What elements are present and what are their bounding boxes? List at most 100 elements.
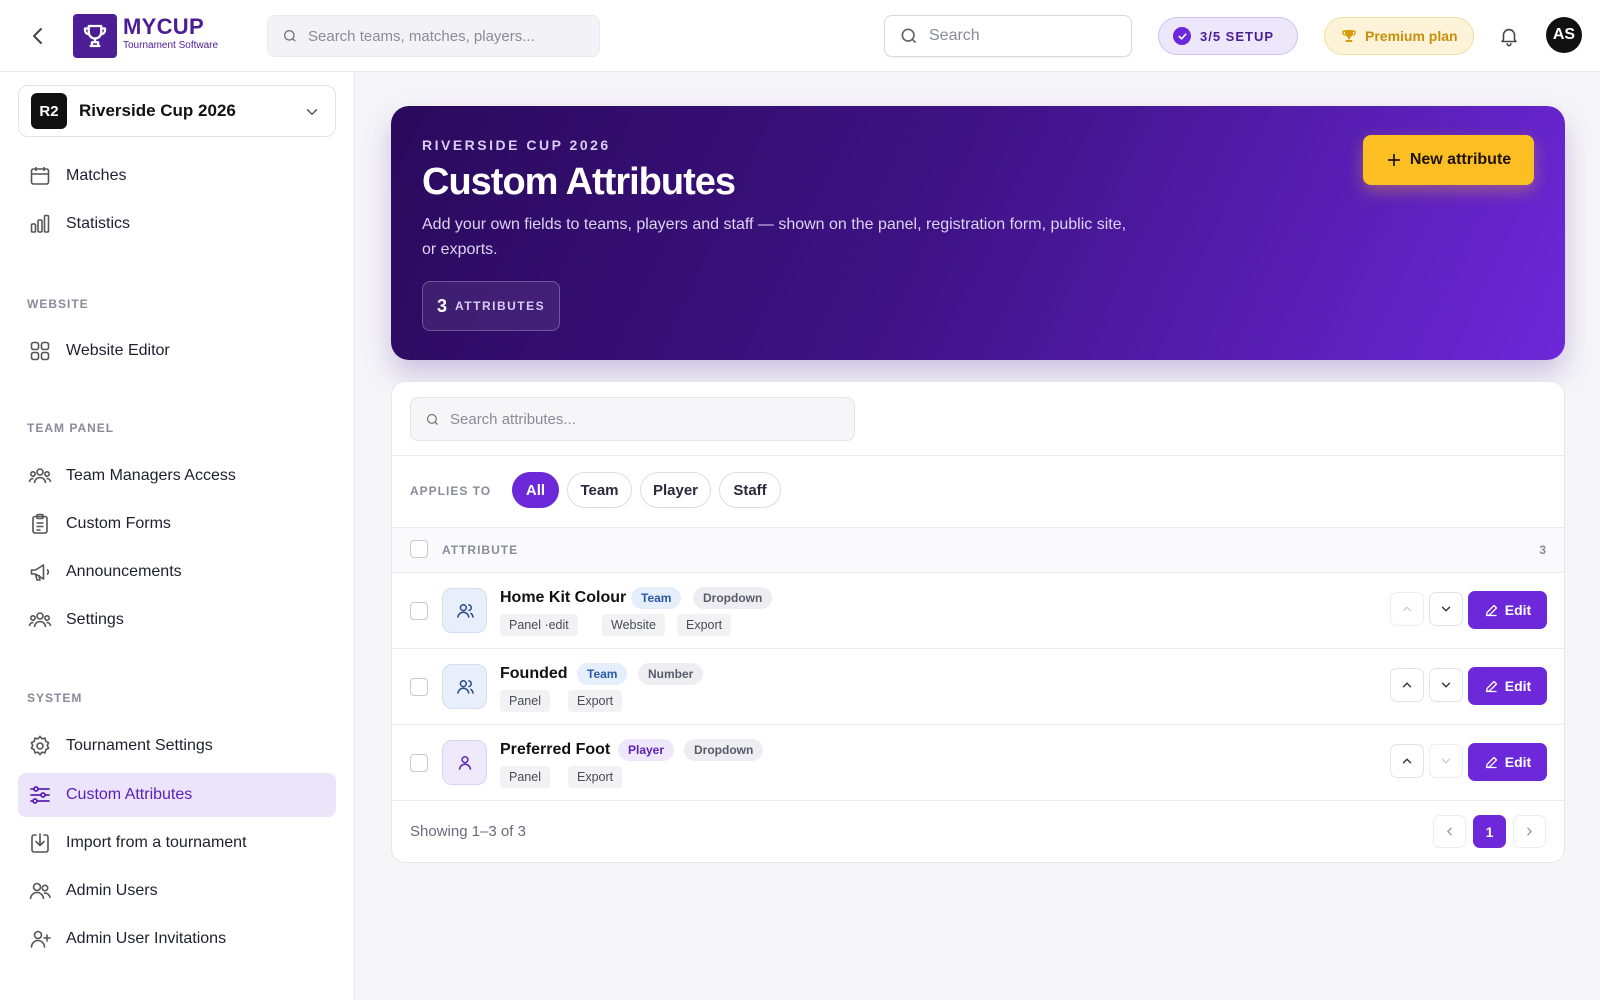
pencil-icon	[1485, 604, 1497, 616]
setup-progress-button[interactable]: 3/5 SETUP	[1158, 17, 1298, 55]
new-attribute-button[interactable]: New attribute	[1363, 135, 1534, 185]
attribute-name[interactable]: Founded	[500, 665, 568, 683]
chevron-up-icon	[1402, 682, 1412, 688]
chevron-up-icon	[1402, 606, 1412, 612]
move-down-button[interactable]	[1429, 592, 1463, 626]
type-tag: Dropdown	[684, 739, 764, 761]
trophy-icon	[1342, 30, 1356, 42]
grid-icon	[28, 339, 52, 363]
bell-icon[interactable]	[1498, 25, 1520, 47]
chevron-down-icon	[303, 103, 321, 121]
edit-button[interactable]: Edit	[1468, 743, 1547, 781]
attribute-name[interactable]: Home Kit Colour	[500, 589, 626, 607]
calendar-icon	[28, 164, 52, 188]
select-all-checkbox[interactable]	[410, 540, 428, 558]
tournament-selector[interactable]: R2 Riverside Cup 2026	[18, 85, 336, 137]
sidebar-item-custom-attributes[interactable]: Custom Attributes	[18, 773, 336, 817]
quick-search-input[interactable]	[929, 27, 1119, 45]
hero-banner: RIVERSIDE CUP 2026 Custom Attributes Add…	[391, 106, 1565, 360]
premium-plan-label: Premium plan	[1365, 28, 1458, 44]
sidebar-item-tournament-settings[interactable]: Tournament Settings	[18, 724, 336, 768]
page-title: Custom Attributes	[422, 161, 736, 203]
users-gear-icon	[28, 608, 52, 632]
scope-tag: Team	[577, 663, 628, 685]
attribute-name[interactable]: Preferred Foot	[500, 741, 610, 759]
sidebar-item-custom-forms[interactable]: Custom Forms	[18, 502, 336, 546]
tournament-name: Riverside Cup 2026	[79, 101, 236, 120]
global-search	[267, 15, 600, 57]
sidebar-item-import-from-tournament[interactable]: Import from a tournament	[18, 821, 336, 865]
sidebar-item-label: Team Managers Access	[66, 467, 236, 484]
search-icon	[901, 28, 917, 44]
move-up-button[interactable]	[1390, 592, 1424, 626]
table-row[interactable]: Founded Team Number Panel Export Edit	[392, 648, 1564, 724]
user-avatar[interactable]: AS	[1546, 17, 1582, 53]
sidebar: R2 Riverside Cup 2026 Matches Statistics…	[0, 72, 355, 1000]
sidebar-item-admin-users[interactable]: Admin Users	[18, 869, 336, 913]
next-page-button[interactable]	[1513, 815, 1546, 848]
move-up-button[interactable]	[1390, 744, 1424, 778]
setup-progress-label: 3/5 SETUP	[1200, 28, 1275, 44]
chevron-down-icon	[1441, 758, 1451, 764]
edit-label: Edit	[1504, 754, 1532, 770]
chevron-right-icon	[1527, 827, 1533, 836]
divider	[392, 527, 1564, 528]
sidebar-item-website-editor[interactable]: Website Editor	[18, 329, 336, 373]
previous-page-button[interactable]	[1433, 815, 1466, 848]
divider	[392, 800, 1564, 801]
premium-plan-button[interactable]: Premium plan	[1324, 17, 1474, 55]
edit-button[interactable]: Edit	[1468, 667, 1547, 705]
brand[interactable]: MYCUP Tournament Software	[123, 15, 218, 52]
table-row[interactable]: Preferred Foot Player Dropdown Panel Exp…	[392, 724, 1564, 800]
sidebar-item-label: Settings	[66, 611, 124, 628]
sidebar-item-label: Tournament Settings	[66, 737, 213, 754]
edit-label: Edit	[1504, 602, 1532, 618]
chevron-down-icon	[1441, 682, 1451, 688]
move-down-button[interactable]	[1429, 744, 1463, 778]
chevron-up-icon	[1402, 758, 1412, 764]
attribute-search-input[interactable]	[450, 410, 830, 428]
filter-chip-team[interactable]: Team	[567, 472, 632, 508]
visibility-tag: Panel	[500, 766, 550, 788]
sidebar-item-settings[interactable]: Settings	[18, 598, 336, 642]
row-checkbox[interactable]	[410, 754, 428, 772]
chevron-down-icon	[1441, 606, 1451, 612]
gear-icon	[28, 734, 52, 758]
sidebar-item-announcements[interactable]: Announcements	[18, 550, 336, 594]
visibility-tag: Panel ·edit	[500, 614, 578, 636]
sidebar-item-label: Custom Attributes	[66, 786, 193, 803]
move-up-button[interactable]	[1390, 668, 1424, 702]
row-checkbox[interactable]	[410, 602, 428, 620]
visibility-tag: Panel	[500, 690, 550, 712]
filter-chip-player[interactable]: Player	[640, 472, 711, 508]
global-search-input[interactable]	[308, 27, 568, 45]
users-icon	[28, 464, 52, 488]
row-checkbox[interactable]	[410, 678, 428, 696]
quick-search	[884, 15, 1132, 57]
type-tag: Number	[638, 663, 704, 685]
pencil-icon	[1485, 680, 1497, 692]
sidebar-item-statistics[interactable]: Statistics	[18, 202, 336, 246]
sidebar-item-team-managers-access[interactable]: Team Managers Access	[18, 454, 336, 498]
attribute-count-number: 3	[437, 295, 448, 316]
applies-to-label: APPLIES TO	[410, 484, 492, 498]
edit-button[interactable]: Edit	[1468, 591, 1547, 629]
sidebar-item-matches[interactable]: Matches	[18, 154, 336, 198]
visibility-tag: Export	[568, 766, 623, 788]
page-number-button[interactable]: 1	[1473, 815, 1506, 848]
admin-users-icon	[28, 879, 52, 903]
trophy-logo-icon[interactable]	[73, 14, 117, 58]
edit-label: Edit	[1504, 678, 1532, 694]
back-arrow-icon[interactable]	[26, 24, 50, 48]
filter-chip-staff[interactable]: Staff	[719, 472, 781, 508]
chevron-left-icon	[1446, 827, 1452, 836]
sidebar-item-label: Import from a tournament	[66, 834, 247, 851]
tournament-badge: R2	[31, 93, 67, 129]
table-row[interactable]: Home Kit Colour Team Dropdown Panel ·edi…	[392, 572, 1564, 648]
sidebar-item-label: Matches	[66, 167, 127, 184]
sidebar-item-label: Website Editor	[66, 342, 170, 359]
sidebar-item-admin-user-invitations[interactable]: Admin User Invitations	[18, 917, 336, 961]
attribute-count-unit: ATTRIBUTES	[455, 299, 546, 313]
filter-chip-all[interactable]: All	[512, 472, 559, 508]
move-down-button[interactable]	[1429, 668, 1463, 702]
